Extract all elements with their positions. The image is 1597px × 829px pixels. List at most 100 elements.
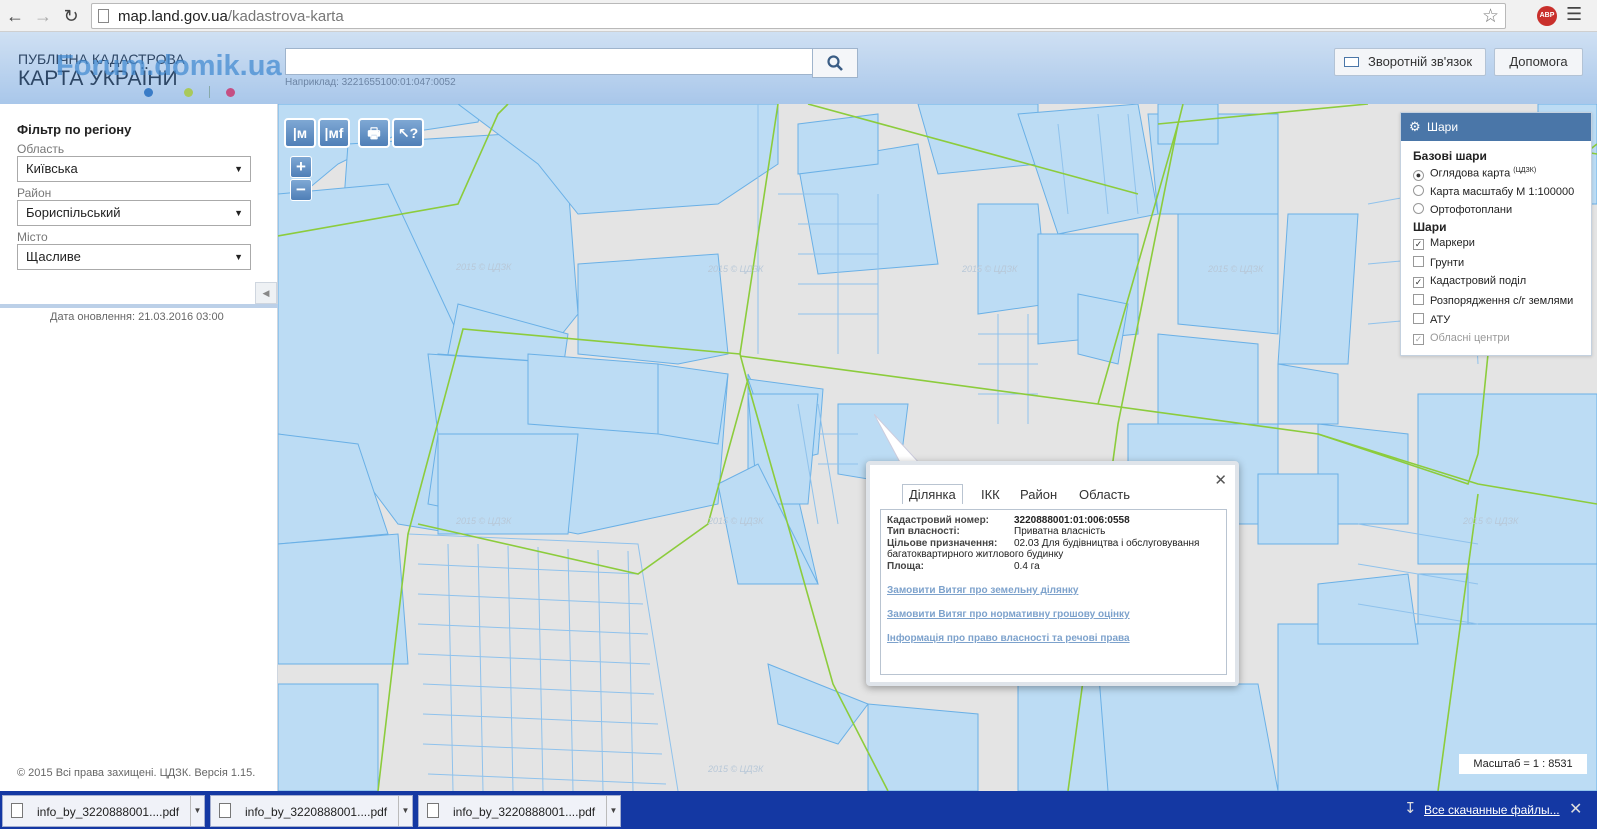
menu-icon[interactable]: ☰ [1566,4,1582,25]
measure-area-tool[interactable]: |мf [318,118,350,148]
checkbox-icon [1413,294,1424,305]
feedback-button[interactable]: Зворотній зв'язок [1334,48,1486,76]
rayon-value: Бориспільський [26,205,121,220]
owner-label: Тип власності: [887,526,960,537]
zoom-in-button[interactable]: + [290,156,312,178]
close-icon[interactable]: ✕ [1214,471,1227,489]
downloads-bar: info_by_3220888001....pdf ▼ info_by_3220… [0,791,1597,829]
city-value: Щасливе [26,249,81,264]
tab-rayon[interactable]: Район [1020,487,1057,502]
layer-atu[interactable]: АТУ [1413,313,1450,326]
collapse-panel-button[interactable]: ◀ [255,282,277,304]
chevron-down-icon[interactable]: ▼ [398,796,412,826]
radio-icon: ● [1413,169,1424,181]
pdf-file-icon [11,803,23,818]
oblast-value: Київська [26,161,78,176]
download-item[interactable]: info_by_3220888001....pdf ▼ [418,795,621,827]
area-label: Площа: [887,561,924,572]
base-layer-overview[interactable]: ● Оглядова карта (ЦДЗК) [1413,167,1536,181]
parcel-details: Кадастровий номер: 3220888001:01:006:055… [880,509,1227,675]
region-filter-panel: Фільтр по регіону Область Київська ▼ Райо… [0,104,278,791]
address-bar[interactable]: map.land.gov.ua/kadastrova-karta ☆ [91,3,1506,29]
logo-dot-blue [144,88,153,97]
tile-watermark: 2015 © ЦДЗК [962,264,1018,274]
forum-watermark: Forum.domik.ua [56,50,282,82]
bookmark-star-icon[interactable]: ☆ [1482,5,1499,28]
pdf-file-icon [427,803,439,818]
layers-panel: ⚙ Шари Базові шари ● Оглядова карта (ЦДЗК)… [1400,112,1592,356]
radio-icon [1413,203,1424,214]
panel-separator [0,304,278,308]
copyright: © 2015 Всі права захищені. ЦДЗК. Версія … [17,767,256,779]
parcel-info-popup: ✕ Ділянка ІКК Район Область Кадастровий … [866,461,1239,686]
help-button[interactable]: Допомога [1494,48,1583,76]
oblast-label: Область [17,142,65,156]
layer-cadastral[interactable]: ✓ Кадастровий поділ [1413,275,1526,288]
area-value: 0.4 га [1014,561,1040,572]
layer-soils[interactable]: Грунти [1413,256,1464,269]
chevron-down-icon[interactable]: ▼ [606,796,620,826]
adblock-icon[interactable]: ABP [1537,6,1557,26]
mail-icon [1344,57,1359,67]
measure-line-tool[interactable]: |м [284,118,316,148]
update-date: Дата оновлення: 21.03.2016 03:00 [50,311,224,323]
layer-agri-disposal[interactable]: Розпорядження с/г землями [1413,294,1573,307]
tab-parcel[interactable]: Ділянка [902,484,963,504]
order-extract-link[interactable]: Замовити Витяг про земельну ділянку [887,585,1078,596]
base-layer-100000[interactable]: Карта масштабу М 1:100000 [1413,185,1574,198]
tile-watermark: 2015 © ЦДЗК [708,764,764,774]
radio-icon [1413,185,1424,196]
search-hint: Наприклад: 3221655100:01:047:0052 [285,77,456,88]
back-icon[interactable]: ← [4,5,26,27]
page-icon [98,9,109,23]
browser-toolbar: ← → ↻ map.land.gov.ua/kadastrova-karta ☆… [0,0,1597,32]
zoom-out-button[interactable]: − [290,179,312,201]
gear-icon: ⚙ [1409,119,1421,134]
pdf-file-icon [219,803,231,818]
ownership-info-link[interactable]: Інформація про право власності та речові… [887,633,1130,644]
site-header: ПУБЛІЧНА КАДАСТРОВА КАРТА УКРАЇНИ Forum.… [0,32,1597,104]
dropdown-arrow-icon: ▼ [234,164,243,174]
checkbox-checked-icon: ✓ [1413,239,1424,250]
cad-value: 3220888001:01:006:0558 [1014,515,1130,526]
city-select[interactable]: Щасливе ▼ [17,244,251,270]
download-item[interactable]: info_by_3220888001....pdf ▼ [2,795,205,827]
chevron-down-icon[interactable]: ▼ [190,796,204,826]
oblast-select[interactable]: Київська ▼ [17,156,251,182]
reload-icon[interactable]: ↻ [60,5,82,27]
layers-header[interactable]: ⚙ Шари [1401,113,1591,141]
purpose-value-2: багатоквартирного житлового будинку [887,549,1064,560]
tile-watermark: 2015 © ЦДЗК [1208,264,1264,274]
download-icon: ↧ [1404,800,1417,817]
layer-markers[interactable]: ✓ Маркери [1413,237,1475,250]
base-layer-orthophoto[interactable]: Ортофотоплани [1413,203,1512,216]
popup-pointer [874,414,923,466]
logo-divider [209,86,210,98]
layer-regional-centers: ✓ Обласні центри [1413,332,1510,345]
forward-icon[interactable]: → [32,5,54,27]
tab-ikk[interactable]: ІКК [981,487,1000,502]
checkbox-icon [1413,256,1424,267]
purpose-label: Цільове призначення: [887,538,998,549]
cadastral-map[interactable]: 2015 © ЦДЗК 2015 © ЦДЗК 2015 © ЦДЗК 2015… [278,104,1597,791]
checkbox-checked-icon: ✓ [1413,277,1424,288]
identify-tool[interactable]: ↖? [392,118,424,148]
layers-section-title: Шари [1413,220,1447,234]
base-layers-title: Базові шари [1413,149,1487,163]
dropdown-arrow-icon: ▼ [234,252,243,262]
rayon-select[interactable]: Бориспільський ▼ [17,200,251,226]
tab-oblast[interactable]: Область [1079,487,1130,502]
tile-watermark: 2015 © ЦДЗК [708,264,764,274]
url-path: /kadastrova-karta [227,8,344,25]
close-icon[interactable]: ✕ [1569,799,1582,819]
show-all-downloads-link[interactable]: Все скачанные файлы... [1424,803,1560,817]
download-item[interactable]: info_by_3220888001....pdf ▼ [210,795,413,827]
tile-watermark: 2015 © ЦДЗК [708,516,764,526]
dropdown-arrow-icon: ▼ [234,208,243,218]
search-input[interactable] [285,48,813,75]
print-icon[interactable]: 🖶 [358,118,390,148]
tile-watermark: 2015 © ЦДЗК [1463,516,1519,526]
search-button[interactable] [812,48,858,78]
order-valuation-link[interactable]: Замовити Витяг про нормативну грошову оц… [887,609,1130,620]
url-host: map.land.gov.ua [118,8,228,25]
